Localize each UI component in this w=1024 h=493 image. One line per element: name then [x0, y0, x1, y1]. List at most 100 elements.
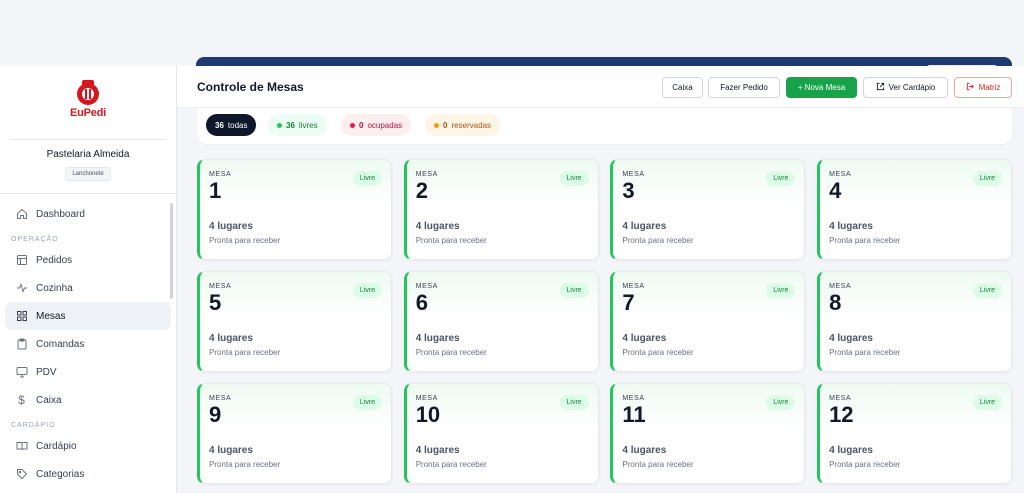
monitor-icon [15, 366, 28, 379]
fazer-pedido-button[interactable]: Fazer Pedido [708, 77, 780, 98]
filter-count: 0 [443, 120, 448, 130]
table-number: 7 [622, 290, 635, 315]
filter-livres[interactable]: 36 livres [268, 114, 327, 136]
table-label: MESA [415, 283, 438, 290]
home-icon [15, 208, 28, 221]
table-note: Pronta para receber [209, 460, 281, 469]
table-label: MESA [829, 395, 852, 402]
filter-todas[interactable]: 36 todas [206, 114, 257, 136]
table-seats: 4 lugares [622, 333, 667, 344]
sidebar-item-pedidos[interactable]: Pedidos [5, 246, 171, 274]
table-card[interactable]: MESA 12 Livre 4 lugares Pronta para rece… [817, 383, 1013, 484]
table-note: Pronta para receber [415, 348, 487, 357]
table-note: Pronta para receber [415, 460, 487, 469]
table-note: Pronta para receber [415, 236, 487, 245]
table-number: 12 [829, 402, 854, 427]
sidebar-nav: Dashboard OPERAÇÃO Pedidos Cozinha Mesas… [0, 194, 176, 488]
table-label: MESA [829, 283, 852, 290]
external-link-icon [876, 82, 885, 93]
table-number: 6 [415, 290, 428, 315]
page-header: Controle de Mesas Caixa Fazer Pedido + N… [177, 66, 1024, 108]
sidebar-item-dashboard[interactable]: Dashboard [5, 200, 171, 228]
table-card[interactable]: MESA 8 Livre 4 lugares Pronta para receb… [817, 271, 1013, 372]
status-badge: Livre [972, 283, 1003, 298]
table-card[interactable]: MESA 7 Livre 4 lugares Pronta para receb… [610, 271, 806, 372]
table-number: 8 [829, 290, 842, 315]
ver-cardapio-button[interactable]: Ver Cardápio [863, 77, 948, 98]
table-label: MESA [622, 171, 645, 178]
filter-label: todas [227, 120, 248, 130]
matriz-label: Matriz [978, 83, 1001, 92]
table-seats: 4 lugares [209, 445, 253, 456]
tag-icon [15, 468, 28, 481]
table-seats: 4 lugares [415, 445, 460, 456]
sidebar-item-comandas[interactable]: Comandas [5, 330, 171, 358]
filter-label: livres [298, 120, 318, 130]
table-note: Pronta para receber [209, 348, 281, 357]
nova-mesa-button[interactable]: + Nova Mesa [786, 77, 857, 98]
sidebar-item-label: Cardápio [36, 440, 77, 452]
orders-icon [15, 254, 28, 267]
status-badge: Livre [766, 283, 796, 298]
table-card[interactable]: MESA 9 Livre 4 lugares Pronta para receb… [197, 383, 392, 484]
sidebar-item-label: PDV [36, 366, 57, 378]
table-card[interactable]: MESA 3 Livre 4 lugares Pronta para receb… [610, 159, 806, 260]
status-badge: Livre [352, 395, 382, 410]
sidebar-item-caixa[interactable]: $ Caixa [5, 386, 171, 414]
table-seats: 4 lugares [209, 333, 253, 344]
filter-count: 36 [286, 120, 295, 130]
filter-count: 0 [359, 120, 364, 130]
ver-cardapio-label: Ver Cardápio [888, 83, 936, 92]
table-seats: 4 lugares [209, 221, 253, 232]
table-label: MESA [622, 395, 645, 402]
activity-icon [15, 282, 28, 295]
store-type-badge: Lanchonete [65, 167, 111, 181]
status-dot-icon [277, 122, 282, 128]
store-info: Pastelaria Almeida Lanchonete [0, 140, 176, 194]
table-label: MESA [209, 283, 232, 290]
sidebar-item-categorias[interactable]: Categorias [5, 460, 171, 488]
table-note: Pronta para receber [829, 236, 901, 245]
table-card[interactable]: MESA 2 Livre 4 lugares Pronta para receb… [403, 159, 599, 260]
status-badge: Livre [559, 395, 589, 410]
table-seats: 4 lugares [622, 221, 667, 232]
filter-reservadas[interactable]: 0 reservadas [425, 114, 501, 136]
table-number: 9 [209, 402, 222, 427]
status-badge: Livre [559, 171, 589, 186]
sidebar-item-label: Mesas [36, 310, 66, 322]
table-label: MESA [209, 395, 232, 402]
table-number: 2 [415, 178, 428, 203]
caixa-button[interactable]: Caixa [662, 77, 703, 98]
status-filter-bar: 36 todas 36 livres 0 ocupadas 0 reservad… [197, 108, 1012, 144]
table-card[interactable]: MESA 1 Livre 4 lugares Pronta para receb… [197, 159, 392, 260]
table-card[interactable]: MESA 6 Livre 4 lugares Pronta para receb… [403, 271, 599, 372]
filter-ocupadas[interactable]: 0 ocupadas [341, 114, 412, 136]
table-note: Pronta para receber [209, 236, 281, 245]
sidebar-item-mesas[interactable]: Mesas [5, 302, 171, 330]
sidebar-item-pdv[interactable]: PDV [5, 358, 171, 386]
logo[interactable]: EuPedi [0, 66, 176, 139]
filter-label: ocupadas [367, 120, 403, 130]
table-seats: 4 lugares [829, 445, 873, 456]
sidebar-item-label: Caixa [36, 394, 62, 406]
table-seats: 4 lugares [415, 221, 460, 232]
table-card[interactable]: MESA 11 Livre 4 lugares Pronta para rece… [610, 383, 806, 484]
table-card[interactable]: MESA 4 Livre 4 lugares Pronta para receb… [817, 159, 1013, 260]
sidebar: EuPedi Pastelaria Almeida Lanchonete Das… [0, 66, 177, 493]
dollar-icon: $ [18, 393, 25, 407]
table-seats: 4 lugares [829, 333, 873, 344]
matriz-button[interactable]: Matriz [954, 77, 1012, 98]
sidebar-scrollbar[interactable] [170, 203, 173, 299]
logout-icon [966, 82, 975, 93]
table-label: MESA [415, 171, 438, 178]
table-note: Pronta para receber [622, 236, 694, 245]
table-note: Pronta para receber [622, 460, 694, 469]
sidebar-item-cardapio[interactable]: Cardápio [5, 432, 171, 460]
sidebar-section-operacao: OPERAÇÃO [11, 236, 59, 243]
sidebar-item-label: Categorias [36, 468, 85, 480]
table-number: 4 [829, 178, 842, 203]
filter-label: reservadas [451, 120, 492, 130]
sidebar-item-cozinha[interactable]: Cozinha [5, 274, 171, 302]
table-card[interactable]: MESA 10 Livre 4 lugares Pronta para rece… [403, 383, 599, 484]
table-card[interactable]: MESA 5 Livre 4 lugares Pronta para receb… [197, 271, 392, 372]
